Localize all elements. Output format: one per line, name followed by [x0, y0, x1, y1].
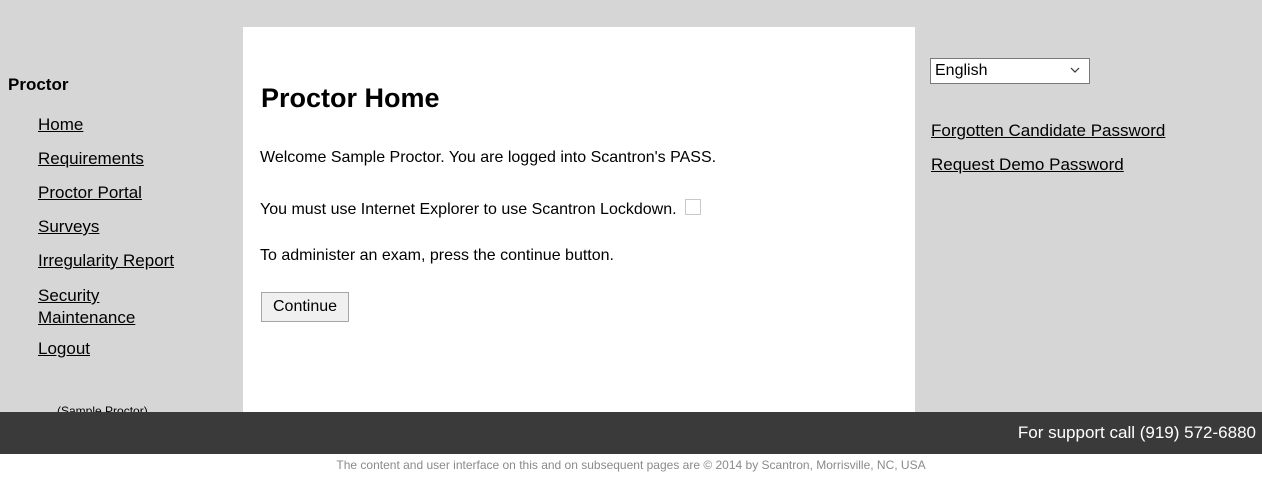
forgotten-password-link[interactable]: Forgotten Candidate Password: [931, 121, 1165, 141]
continue-button[interactable]: Continue: [261, 292, 350, 322]
welcome-text: Welcome Sample Proctor. You are logged i…: [260, 149, 717, 166]
lockdown-note: You must use Internet Explorer to use Sc…: [260, 201, 677, 218]
nav-item-surveys: Surveys: [38, 217, 238, 237]
instruction-text: To administer an exam, press the continu…: [260, 247, 614, 264]
nav-item-security-maintenance: Security Maintenance: [38, 285, 238, 329]
nav-heading: Proctor: [8, 75, 69, 94]
right-panel: English Forgotten Candidate Password Req…: [915, 27, 1262, 412]
nav-link-security-maintenance[interactable]: Security Maintenance: [38, 285, 188, 329]
page: Proctor Home Requirements Proctor Portal…: [0, 0, 1262, 485]
nav-item-irregularity-report: Irregularity Report: [38, 251, 238, 271]
lockdown-checkbox[interactable]: [684, 199, 701, 215]
nav-link-logout[interactable]: Logout: [38, 339, 90, 358]
request-demo-password-link[interactable]: Request Demo Password: [931, 155, 1124, 175]
nav-link-proctor-portal[interactable]: Proctor Portal: [38, 183, 142, 202]
nav-link-surveys[interactable]: Surveys: [38, 217, 99, 236]
top-strip: [0, 0, 1262, 27]
nav-link-home[interactable]: Home: [38, 115, 83, 134]
support-phone: For support call (919) 572-6880: [1017, 423, 1256, 442]
page-title: Proctor Home: [261, 83, 440, 113]
language-select-value: English: [935, 62, 988, 79]
lockdown-row: You must use Internet Explorer to use Sc…: [260, 199, 701, 219]
chevron-down-icon: [1070, 67, 1080, 73]
nav-link-irregularity-report[interactable]: Irregularity Report: [38, 251, 174, 270]
copyright-text: The content and user interface on this a…: [336, 458, 926, 472]
nav-item-requirements: Requirements: [38, 149, 238, 169]
copyright-row: The content and user interface on this a…: [0, 454, 1262, 485]
nav-list: Home Requirements Proctor Portal Surveys…: [38, 115, 238, 373]
language-select[interactable]: English: [930, 58, 1090, 84]
footer-bar: For support call (919) 572-6880: [0, 412, 1262, 454]
nav-item-proctor-portal: Proctor Portal: [38, 183, 238, 203]
nav-item-logout: Logout: [38, 339, 238, 359]
main-content: Proctor Home Welcome Sample Proctor. You…: [243, 27, 915, 412]
nav-link-requirements[interactable]: Requirements: [38, 149, 144, 168]
nav-item-home: Home: [38, 115, 238, 135]
left-nav-panel: Proctor Home Requirements Proctor Portal…: [0, 27, 243, 418]
